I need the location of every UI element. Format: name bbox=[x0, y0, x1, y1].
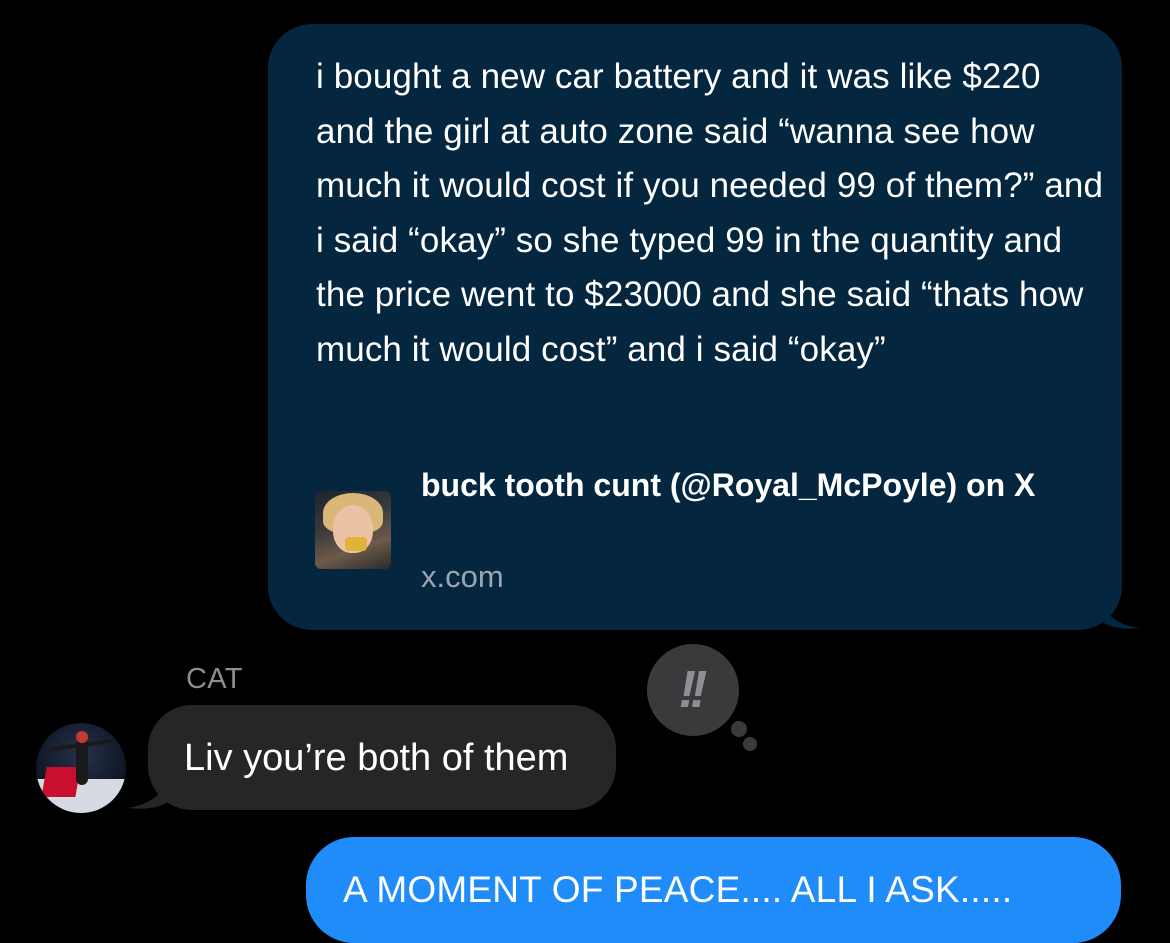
sent-message-bubble[interactable]: A MOMENT OF PEACE.... ALL I ASK..... bbox=[306, 837, 1121, 943]
link-preview-message[interactable]: i bought a new car battery and it was li… bbox=[268, 24, 1122, 630]
received-message-bubble[interactable]: Liv you’re both of them bbox=[148, 705, 617, 810]
sent-message-text: A MOMENT OF PEACE.... ALL I ASK..... bbox=[343, 869, 1013, 910]
link-preview-thumbnail bbox=[315, 491, 391, 569]
link-preview-domain: x.com bbox=[421, 559, 504, 594]
link-preview-title[interactable]: buck tooth cunt (@Royal_McPoyle) on X bbox=[421, 464, 1081, 506]
double-exclamation-icon: !! bbox=[678, 661, 708, 719]
tapback-tail-dot-small bbox=[743, 737, 757, 751]
tweet-text: i bought a new car battery and it was li… bbox=[316, 57, 1104, 369]
sender-name: CAT bbox=[186, 663, 243, 695]
received-message-text: Liv you’re both of them bbox=[184, 736, 569, 779]
sender-avatar[interactable] bbox=[36, 723, 126, 813]
